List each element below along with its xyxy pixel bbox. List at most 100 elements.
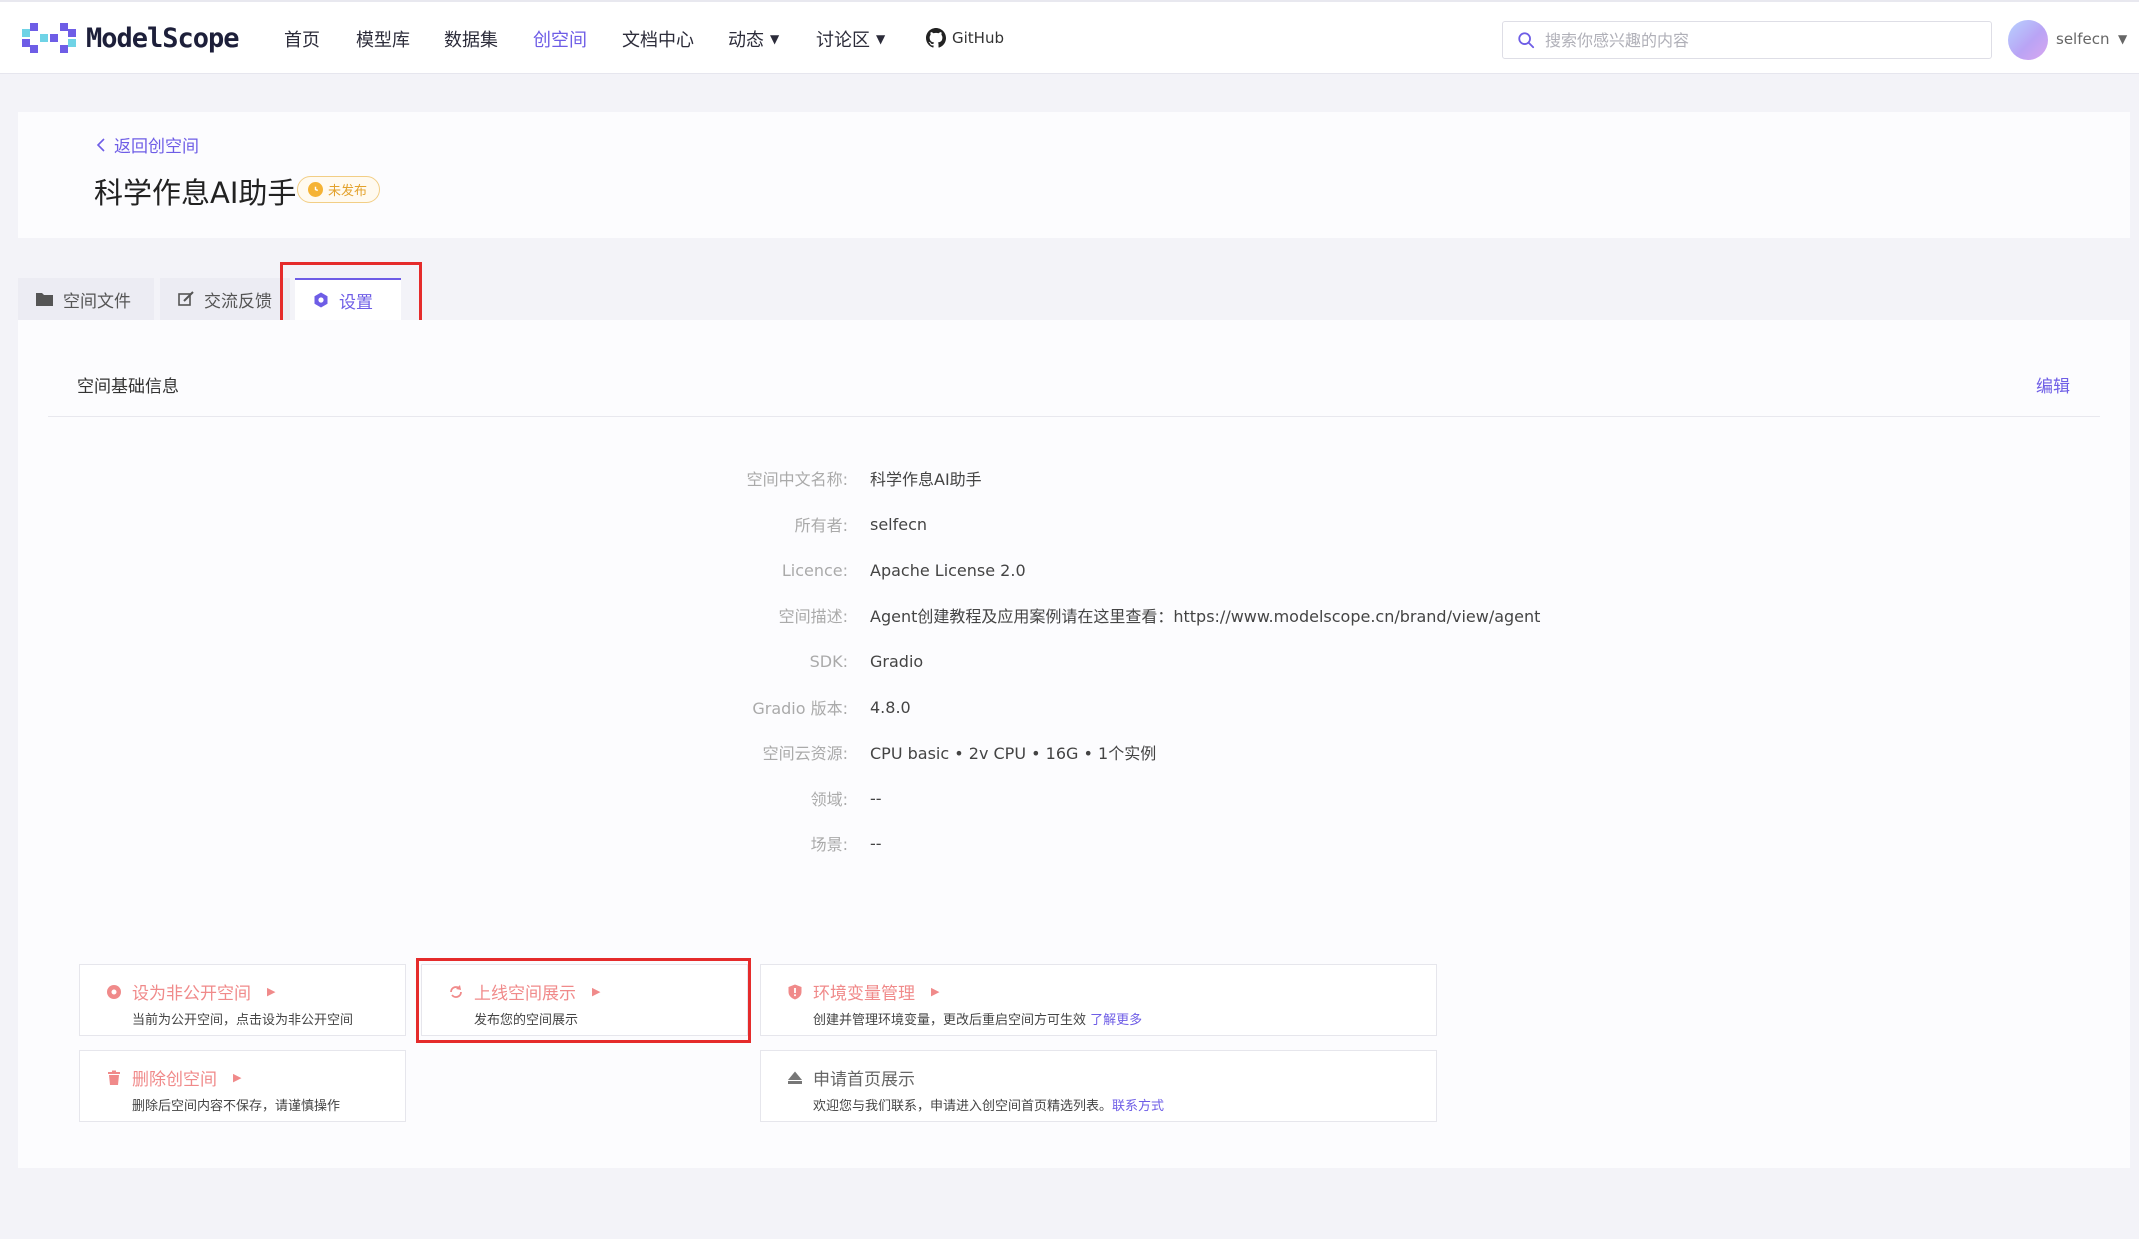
caret-down-icon: ▼ xyxy=(770,32,780,46)
info-label: 领域: xyxy=(810,790,848,809)
tab-label: 交流反馈 xyxy=(204,291,272,312)
user-menu-caret-icon[interactable]: ▼ xyxy=(2118,32,2127,46)
info-value: -- xyxy=(870,833,882,853)
nav-activity[interactable]: 动态 ▼ xyxy=(728,26,779,52)
action-desc: 删除后空间内容不保存，请谨慎操作 xyxy=(132,1099,341,1114)
username[interactable]: selfecn xyxy=(2056,30,2109,48)
learn-more-link[interactable]: 了解更多 xyxy=(1090,1013,1142,1028)
contact-link[interactable]: 联系方式 xyxy=(1112,1099,1164,1114)
tab-label: 设置 xyxy=(339,292,373,313)
make-private-button[interactable]: 设为非公开空间 ▶ xyxy=(106,979,275,1004)
trash-icon xyxy=(108,1070,120,1085)
caret-right-icon: ▶ xyxy=(931,985,940,998)
action-desc: 发布您的空间展示 xyxy=(474,1013,579,1028)
nav-label: 首页 xyxy=(284,30,320,51)
homepage-apply-card[interactable]: 申请首页展示 欢迎您与我们联系，申请进入创空间首页精选列表。联系方式 xyxy=(760,1050,1437,1122)
edit-icon xyxy=(178,291,194,306)
action-desc: 当前为公开空间，点击设为非公开空间 xyxy=(132,1013,354,1028)
info-label: 场景: xyxy=(810,835,848,854)
tab-settings[interactable]: 设置 xyxy=(295,278,401,320)
caret-down-icon: ▼ xyxy=(876,32,886,46)
github-label: GitHub xyxy=(952,29,1004,47)
brand-logo[interactable]: ModelScope xyxy=(22,22,240,54)
info-label: Gradio 版本: xyxy=(752,699,848,718)
top-nav: ModelScope 首页 模型库 数据集 创空间 文档中心 动态 ▼ 讨论区 ▼ … xyxy=(0,0,2139,74)
home-icon xyxy=(788,1071,802,1084)
publish-button[interactable]: 上线空间展示 ▶ xyxy=(448,979,600,1004)
make-private-card[interactable]: 设为非公开空间 ▶ 当前为公开空间，点击设为非公开空间 xyxy=(79,964,406,1036)
nav-github[interactable]: GitHub xyxy=(926,28,1004,48)
info-row-sdk: SDK: Gradio xyxy=(600,648,1600,674)
nav-models[interactable]: 模型库 xyxy=(356,26,410,52)
info-label: SDK: xyxy=(809,651,848,671)
info-label: 空间中文名称: xyxy=(746,470,848,489)
action-title: 环境变量管理 xyxy=(813,984,915,1004)
search-input[interactable] xyxy=(1545,30,1965,50)
search-box[interactable] xyxy=(1502,21,1992,59)
caret-right-icon: ▶ xyxy=(592,985,601,998)
refresh-icon xyxy=(450,984,462,998)
nav-home[interactable]: 首页 xyxy=(284,26,320,52)
homepage-apply-button[interactable]: 申请首页展示 xyxy=(787,1065,915,1090)
eye-off-icon xyxy=(107,984,121,999)
info-value: 4.8.0 xyxy=(870,697,911,717)
folder-icon xyxy=(36,293,53,306)
status-badge: 未发布 xyxy=(297,176,381,203)
shield-icon xyxy=(788,984,802,999)
info-value: CPU basic • 2v CPU • 16G • 1个实例 xyxy=(870,744,1157,763)
edit-button[interactable]: 编辑 xyxy=(2036,372,2070,397)
info-row-gradio-version: Gradio 版本: 4.8.0 xyxy=(600,694,1600,720)
nav-label: 创空间 xyxy=(533,30,587,51)
back-link-label: 返回创空间 xyxy=(114,137,199,157)
action-title: 上线空间展示 xyxy=(474,984,576,1004)
status-badge-label: 未发布 xyxy=(328,184,368,199)
info-row-scenario: 场景: -- xyxy=(600,830,1600,856)
info-value: selfecn xyxy=(870,514,928,534)
info-row-cn-name: 空间中文名称: 科学作息AI助手 xyxy=(600,465,1600,491)
action-desc: 创建并管理环境变量，更改后重启空间方可生效 了解更多 xyxy=(813,1009,1142,1028)
info-row-owner: 所有者: selfecn xyxy=(600,511,1600,537)
action-desc-text: 创建并管理环境变量，更改后重启空间方可生效 xyxy=(813,1013,1091,1028)
nav-label: 文档中心 xyxy=(622,30,694,51)
page-title: 科学作息AI助手 xyxy=(94,176,297,210)
clock-icon xyxy=(308,182,323,197)
action-desc: 欢迎您与我们联系，申请进入创空间首页精选列表。联系方式 xyxy=(813,1095,1164,1114)
info-row-cloud-resource: 空间云资源: CPU basic • 2v CPU • 16G • 1个实例 xyxy=(600,739,1600,765)
tab-space-files[interactable]: 空间文件 xyxy=(18,278,154,320)
delete-space-card[interactable]: 删除创空间 ▶ 删除后空间内容不保存，请谨慎操作 xyxy=(79,1050,406,1122)
caret-right-icon: ▶ xyxy=(233,1071,242,1084)
info-row-domain: 领域: -- xyxy=(600,785,1600,811)
info-row-licence: Licence: Apache License 2.0 xyxy=(600,557,1600,583)
nav-datasets[interactable]: 数据集 xyxy=(444,26,498,52)
nav-label: 数据集 xyxy=(444,30,498,51)
nav-label: 讨论区 xyxy=(816,30,870,51)
brand-name: ModelScope xyxy=(86,22,240,54)
info-value: -- xyxy=(870,788,882,808)
info-value: Apache License 2.0 xyxy=(870,560,1026,580)
info-value: Agent创建教程及应用案例请在这里查看：https://www.modelsc… xyxy=(870,607,1541,626)
info-label: 所有者: xyxy=(794,516,848,535)
nav-studios[interactable]: 创空间 xyxy=(533,26,587,52)
delete-space-button[interactable]: 删除创空间 ▶ xyxy=(106,1065,241,1090)
info-label: 空间描述: xyxy=(778,607,848,626)
back-link[interactable]: 返回创空间 xyxy=(96,132,199,157)
tab-label: 空间文件 xyxy=(63,291,131,312)
nav-docs[interactable]: 文档中心 xyxy=(622,26,694,52)
publish-card[interactable]: 上线空间展示 ▶ 发布您的空间展示 xyxy=(421,964,748,1036)
action-desc-text: 欢迎您与我们联系，申请进入创空间首页精选列表。 xyxy=(813,1099,1113,1114)
avatar[interactable] xyxy=(2008,20,2048,60)
nav-label: 动态 xyxy=(728,30,764,51)
github-icon xyxy=(926,28,946,48)
action-title: 删除创空间 xyxy=(132,1070,217,1090)
modelscope-logo-icon xyxy=(22,23,76,53)
info-label: Licence: xyxy=(781,560,848,580)
env-vars-button[interactable]: 环境变量管理 ▶ xyxy=(787,979,939,1004)
header-card xyxy=(18,112,2130,238)
action-title: 申请首页展示 xyxy=(813,1070,915,1090)
search-icon xyxy=(1518,32,1535,49)
nav-discussion[interactable]: 讨论区 ▼ xyxy=(816,26,885,52)
section-title: 空间基础信息 xyxy=(77,377,179,397)
env-vars-card[interactable]: 环境变量管理 ▶ 创建并管理环境变量，更改后重启空间方可生效 了解更多 xyxy=(760,964,1437,1036)
tab-feedback[interactable]: 交流反馈 xyxy=(160,278,290,320)
chevron-left-icon xyxy=(96,137,105,152)
